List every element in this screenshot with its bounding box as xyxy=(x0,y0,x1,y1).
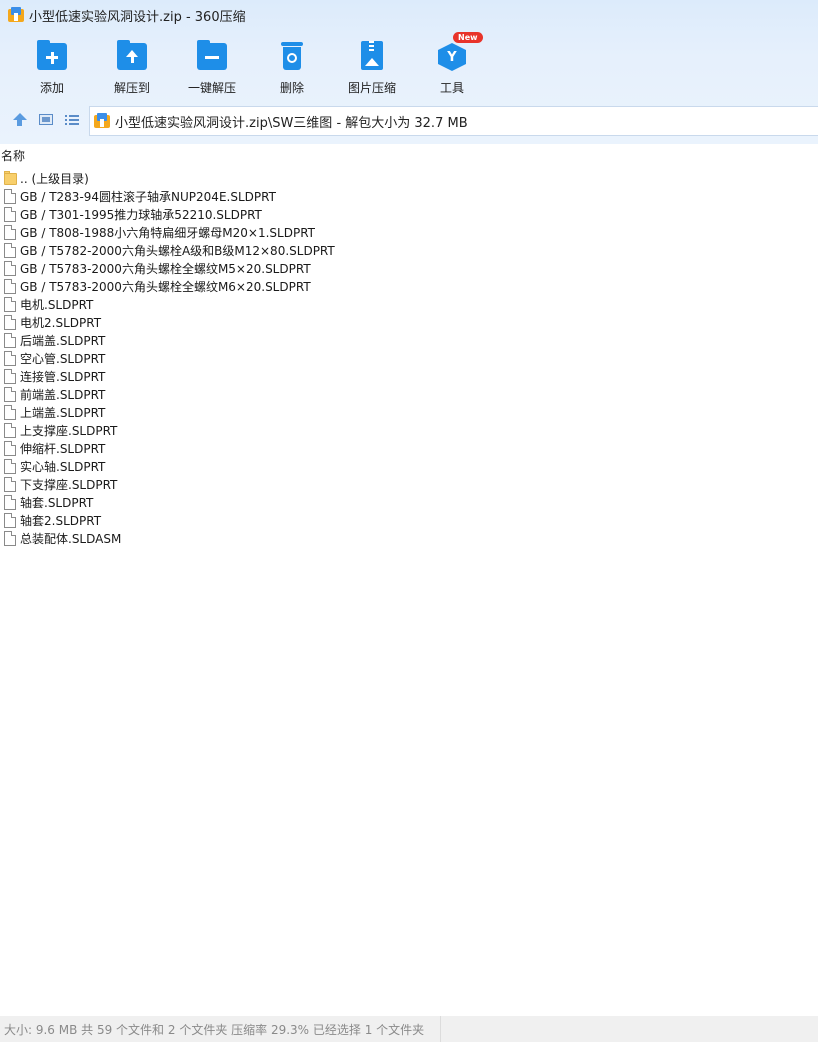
file-icon xyxy=(4,314,16,330)
list-item[interactable]: 实心轴.SLDPRT xyxy=(4,457,816,475)
list-item[interactable]: 电机2.SLDPRT xyxy=(4,313,816,331)
tools-button-label: 工具 xyxy=(439,81,464,95)
parent-folder-row[interactable]: .. (上级目录) xyxy=(4,169,816,187)
add-folder-icon xyxy=(36,40,68,72)
file-icon xyxy=(4,296,16,312)
navigation-row: 小型低速实验风洞设计.zip\SW三维图 - 解包大小为 32.7 MB xyxy=(0,106,818,136)
list-item[interactable]: 前端盖.SLDPRT xyxy=(4,385,816,403)
image-compress-button[interactable]: 图片压缩 xyxy=(332,36,412,98)
item-name: 实心轴.SLDPRT xyxy=(20,459,106,474)
one-click-extract-button-label: 一键解压 xyxy=(187,81,236,95)
column-header-name[interactable]: 名称 xyxy=(0,147,25,164)
extract-to-button[interactable]: 解压到 xyxy=(92,36,172,98)
list-item[interactable]: 轴套2.SLDPRT xyxy=(4,511,816,529)
item-name: 后端盖.SLDPRT xyxy=(20,333,106,348)
file-icon xyxy=(4,440,16,456)
item-name: 上端盖.SLDPRT xyxy=(20,405,106,420)
list-item[interactable]: 上支撑座.SLDPRT xyxy=(4,421,816,439)
list-item[interactable]: 伸缩杆.SLDPRT xyxy=(4,439,816,457)
list-item[interactable]: 连接管.SLDPRT xyxy=(4,367,816,385)
go-up-button[interactable] xyxy=(12,112,28,128)
title-bar: 小型低速实验风洞设计.zip - 360压缩 xyxy=(0,0,818,30)
list-item[interactable]: 总装配体.SLDASM xyxy=(4,529,816,547)
list-item[interactable]: GB / T283-94圆柱滚子轴承NUP204E.SLDPRT xyxy=(4,187,816,205)
item-name: 轴套.SLDPRT xyxy=(20,495,94,510)
list-item[interactable]: 轴套.SLDPRT xyxy=(4,493,816,511)
file-icon xyxy=(4,368,16,384)
file-icon xyxy=(4,386,16,402)
item-name: GB / T5783-2000六角头螺栓全螺纹M6×20.SLDPRT xyxy=(20,279,311,294)
file-icon xyxy=(4,332,16,348)
delete-button-label: 删除 xyxy=(279,81,304,95)
item-name: 电机2.SLDPRT xyxy=(20,315,102,330)
tools-button[interactable]: Y New 工具 xyxy=(412,32,492,98)
file-icon xyxy=(4,512,16,528)
extract-to-button-label: 解压到 xyxy=(113,81,150,95)
item-name: 空心管.SLDPRT xyxy=(20,351,106,366)
toolbar: 添加 解压到 一键解压 删除 图片压缩 Y New 工具 xyxy=(0,32,818,98)
status-bar: 大小: 9.6 MB 共 59 个文件和 2 个文件夹 压缩率 29.3% 已经… xyxy=(0,1016,818,1042)
item-name: GB / T301-1995推力球轴承52210.SLDPRT xyxy=(20,207,262,222)
file-icon xyxy=(4,188,16,204)
item-name: 电机.SLDPRT xyxy=(20,297,94,312)
status-divider xyxy=(440,1016,441,1042)
item-name: GB / T283-94圆柱滚子轴承NUP204E.SLDPRT xyxy=(20,189,276,204)
recycle-bin-icon xyxy=(276,40,308,72)
add-button-label: 添加 xyxy=(39,81,64,95)
file-icon xyxy=(4,476,16,492)
address-bar[interactable]: 小型低速实验风洞设计.zip\SW三维图 - 解包大小为 32.7 MB xyxy=(89,106,818,136)
file-icon xyxy=(4,530,16,546)
extract-to-icon xyxy=(116,40,148,72)
item-name: 伸缩杆.SLDPRT xyxy=(20,441,106,456)
app-logo-icon xyxy=(8,7,24,23)
list-item[interactable]: GB / T5783-2000六角头螺栓全螺纹M6×20.SLDPRT xyxy=(4,277,816,295)
list-item[interactable]: 后端盖.SLDPRT xyxy=(4,331,816,349)
thumbnail-view-button[interactable] xyxy=(38,112,54,128)
address-path: 小型低速实验风洞设计.zip\SW三维图 - 解包大小为 32.7 MB xyxy=(115,115,468,131)
file-icon xyxy=(4,494,16,510)
item-name: 连接管.SLDPRT xyxy=(20,369,106,384)
item-name: GB / T5782-2000六角头螺栓A级和B级M12×80.SLDPRT xyxy=(20,243,335,258)
tools-icon: Y New xyxy=(436,32,483,72)
delete-button[interactable]: 删除 xyxy=(252,36,332,98)
file-icon xyxy=(4,404,16,420)
file-icon xyxy=(4,458,16,474)
list-item[interactable]: GB / T5782-2000六角头螺栓A级和B级M12×80.SLDPRT xyxy=(4,241,816,259)
image-compress-icon xyxy=(356,40,388,72)
folder-icon xyxy=(4,170,17,186)
file-icon xyxy=(4,206,16,222)
item-name: GB / T5783-2000六角头螺栓全螺纹M5×20.SLDPRT xyxy=(20,261,311,276)
list-item[interactable]: GB / T808-1988小六角特扁细牙螺母M20×1.SLDPRT xyxy=(4,223,816,241)
list-item[interactable]: 下支撑座.SLDPRT xyxy=(4,475,816,493)
item-name: 总装配体.SLDASM xyxy=(20,531,122,546)
window-title: 小型低速实验风洞设计.zip - 360压缩 xyxy=(29,9,246,25)
list-item[interactable]: 空心管.SLDPRT xyxy=(4,349,816,367)
item-name: 轴套2.SLDPRT xyxy=(20,513,102,528)
image-compress-button-label: 图片压缩 xyxy=(347,81,396,95)
window-chrome: 小型低速实验风洞设计.zip - 360压缩 添加 解压到 一键解压 删除 图片… xyxy=(0,0,818,144)
list-view-button[interactable] xyxy=(64,112,80,128)
new-badge: New xyxy=(453,32,483,43)
archive-icon xyxy=(94,113,110,129)
one-click-extract-icon xyxy=(196,40,228,72)
one-click-extract-button[interactable]: 一键解压 xyxy=(172,36,252,98)
list-item[interactable]: 电机.SLDPRT xyxy=(4,295,816,313)
file-icon xyxy=(4,242,16,258)
item-name: .. (上级目录) xyxy=(20,171,89,186)
item-name: 前端盖.SLDPRT xyxy=(20,387,106,402)
item-name: 下支撑座.SLDPRT xyxy=(20,477,118,492)
file-icon xyxy=(4,422,16,438)
item-name: 上支撑座.SLDPRT xyxy=(20,423,118,438)
list-item[interactable]: 上端盖.SLDPRT xyxy=(4,403,816,421)
item-name: GB / T808-1988小六角特扁细牙螺母M20×1.SLDPRT xyxy=(20,225,316,240)
list-item[interactable]: GB / T301-1995推力球轴承52210.SLDPRT xyxy=(4,205,816,223)
list-item[interactable]: GB / T5783-2000六角头螺栓全螺纹M5×20.SLDPRT xyxy=(4,259,816,277)
file-icon xyxy=(4,260,16,276)
file-icon xyxy=(4,224,16,240)
status-text: 大小: 9.6 MB 共 59 个文件和 2 个文件夹 压缩率 29.3% 已经… xyxy=(4,1022,425,1037)
add-button[interactable]: 添加 xyxy=(12,36,92,98)
file-icon xyxy=(4,278,16,294)
file-icon xyxy=(4,350,16,366)
file-list: .. (上级目录) GB / T283-94圆柱滚子轴承NUP204E.SLDPR… xyxy=(4,169,816,547)
